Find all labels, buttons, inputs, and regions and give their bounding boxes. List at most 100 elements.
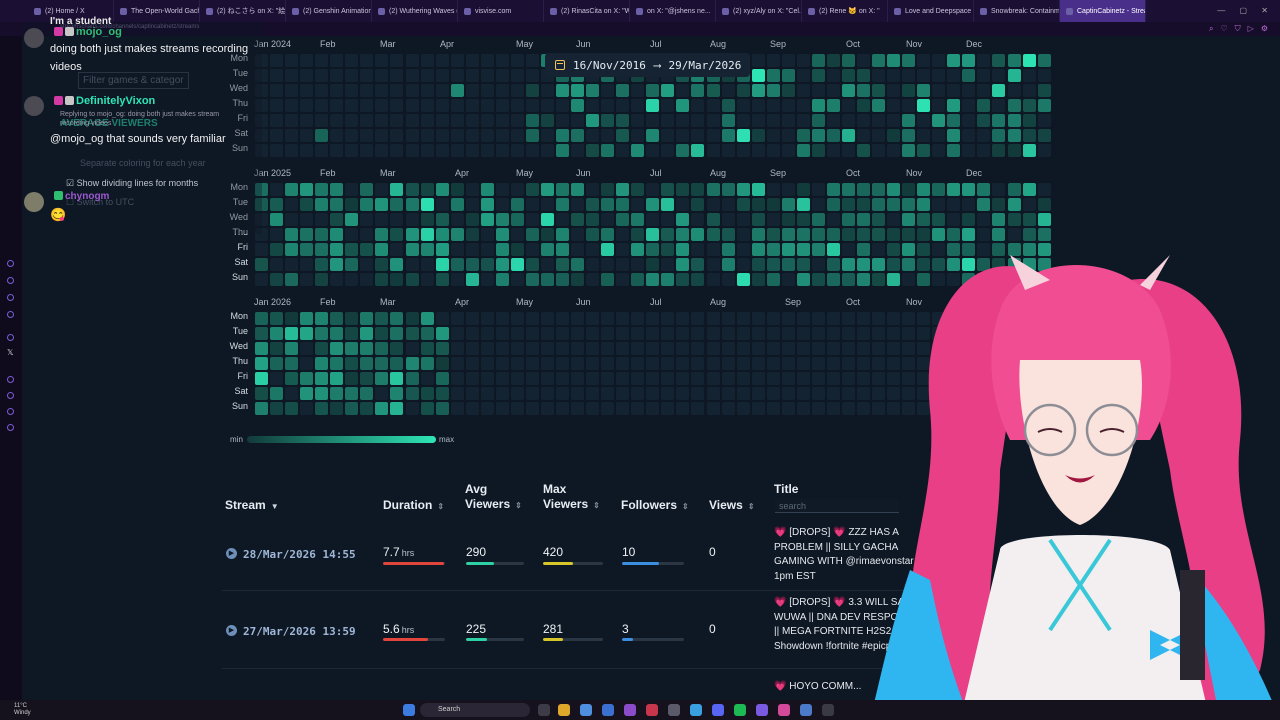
settings-icon[interactable]: ⚙ [1261, 24, 1268, 34]
heatmap-day-cell[interactable] [465, 54, 479, 67]
heatmap-day-cell[interactable] [992, 114, 1006, 127]
heatmap-day-cell[interactable] [405, 54, 419, 67]
heatmap-day-cell[interactable] [465, 183, 479, 196]
heatmap-day-cell[interactable] [375, 357, 389, 370]
heatmap-day-cell[interactable] [706, 243, 720, 256]
heatmap-day-cell[interactable] [345, 243, 359, 256]
heatmap-day-cell[interactable] [917, 144, 931, 157]
heatmap-day-cell[interactable] [736, 114, 750, 127]
heatmap-day-cell[interactable] [465, 213, 479, 226]
heatmap-day-cell[interactable] [841, 129, 855, 142]
heatmap-day-cell[interactable] [601, 213, 615, 226]
heatmap-day-cell[interactable] [255, 402, 268, 415]
heatmap-day-cell[interactable] [736, 84, 750, 97]
heatmap-day-cell[interactable] [315, 198, 329, 211]
heatmap-day-cell[interactable] [540, 84, 554, 97]
heatmap-day-cell[interactable] [721, 372, 735, 385]
heatmap-day-cell[interactable] [450, 402, 464, 415]
heatmap-day-cell[interactable] [631, 273, 645, 286]
heatmap-day-cell[interactable] [556, 342, 569, 355]
heatmap-day-cell[interactable] [375, 69, 389, 82]
heatmap-day-cell[interactable] [435, 327, 449, 340]
heatmap-day-cell[interactable] [721, 99, 735, 112]
browser-tab[interactable]: (2) Rene 🐱 on X: " [802, 0, 888, 22]
heatmap-day-cell[interactable] [360, 342, 374, 355]
heatmap-day-cell[interactable] [556, 357, 569, 370]
heatmap-day-cell[interactable] [676, 228, 690, 241]
heatmap-day-cell[interactable] [857, 129, 870, 142]
heatmap-day-cell[interactable] [300, 144, 314, 157]
app-icon[interactable] [778, 704, 790, 716]
heatmap-day-cell[interactable] [661, 258, 675, 271]
heatmap-day-cell[interactable] [947, 99, 961, 112]
heatmap-day-cell[interactable] [676, 114, 690, 127]
sidebar-icon[interactable] [7, 424, 14, 431]
heatmap-day-cell[interactable] [826, 54, 840, 67]
heatmap-day-cell[interactable] [902, 114, 916, 127]
heatmap-day-cell[interactable] [465, 258, 479, 271]
heatmap-day-cell[interactable] [751, 213, 765, 226]
heatmap-day-cell[interactable] [300, 402, 314, 415]
heatmap-day-cell[interactable] [315, 312, 329, 325]
heatmap-day-cell[interactable] [977, 99, 991, 112]
heatmap-day-cell[interactable] [691, 228, 705, 241]
heatmap-day-cell[interactable] [465, 114, 479, 127]
heatmap-day-cell[interactable] [450, 228, 464, 241]
heatmap-day-cell[interactable] [390, 198, 404, 211]
heatmap-day-cell[interactable] [616, 258, 630, 271]
heatmap-day-cell[interactable] [811, 213, 825, 226]
heatmap-day-cell[interactable] [420, 213, 434, 226]
heatmap-day-cell[interactable] [270, 99, 284, 112]
heatmap-day-cell[interactable] [495, 372, 509, 385]
heatmap-day-cell[interactable] [751, 114, 765, 127]
heatmap-day-cell[interactable] [1037, 213, 1051, 226]
heatmap-day-cell[interactable] [841, 54, 855, 67]
heatmap-day-cell[interactable] [676, 372, 690, 385]
heatmap-day-cell[interactable] [315, 372, 329, 385]
heatmap-day-cell[interactable] [661, 327, 675, 340]
heatmap-day-cell[interactable] [586, 228, 600, 241]
heatmap-day-cell[interactable] [270, 69, 284, 82]
heatmap-day-cell[interactable] [510, 273, 524, 286]
heatmap-day-cell[interactable] [571, 114, 585, 127]
heatmap-day-cell[interactable] [601, 273, 615, 286]
heatmap-day-cell[interactable] [360, 273, 374, 286]
heatmap-day-cell[interactable] [917, 114, 931, 127]
heatmap-day-cell[interactable] [811, 114, 825, 127]
heatmap-day-cell[interactable] [811, 402, 825, 415]
heatmap-day-cell[interactable] [300, 258, 314, 271]
heatmap-day-cell[interactable] [736, 342, 750, 355]
heatmap-day-cell[interactable] [766, 84, 780, 97]
heatmap-day-cell[interactable] [721, 357, 735, 370]
heatmap-day-cell[interactable] [330, 258, 344, 271]
heatmap-day-cell[interactable] [947, 84, 961, 97]
heatmap-day-cell[interactable] [947, 183, 961, 196]
heatmap-day-cell[interactable] [390, 54, 404, 67]
heatmap-day-cell[interactable] [375, 129, 389, 142]
heatmap-day-cell[interactable] [766, 198, 780, 211]
heatmap-day-cell[interactable] [315, 129, 329, 142]
heatmap-day-cell[interactable] [405, 114, 419, 127]
heatmap-day-cell[interactable] [616, 273, 630, 286]
heatmap-day-cell[interactable] [450, 198, 464, 211]
heatmap-day-cell[interactable] [721, 243, 735, 256]
heatmap-day-cell[interactable] [977, 144, 991, 157]
heatmap-day-cell[interactable] [480, 387, 494, 400]
heatmap-day-cell[interactable] [826, 213, 840, 226]
heatmap-day-cell[interactable] [887, 99, 901, 112]
heatmap-day-cell[interactable] [525, 198, 539, 211]
heatmap-day-cell[interactable] [586, 129, 600, 142]
heatmap-day-cell[interactable] [766, 129, 780, 142]
heatmap-day-cell[interactable] [540, 243, 554, 256]
sort-icon[interactable]: ⇕ [437, 499, 444, 514]
heatmap-day-cell[interactable] [721, 258, 735, 271]
heatmap-day-cell[interactable] [510, 402, 524, 415]
heatmap-day-cell[interactable] [646, 312, 660, 325]
heatmap-day-cell[interactable] [887, 228, 901, 241]
browser-tab[interactable]: visvise.com [458, 0, 544, 22]
heatmap-day-cell[interactable] [841, 69, 855, 82]
heatmap-day-cell[interactable] [450, 327, 464, 340]
heatmap-day-cell[interactable] [736, 357, 750, 370]
app-icon[interactable] [822, 704, 834, 716]
heatmap-day-cell[interactable] [781, 273, 795, 286]
